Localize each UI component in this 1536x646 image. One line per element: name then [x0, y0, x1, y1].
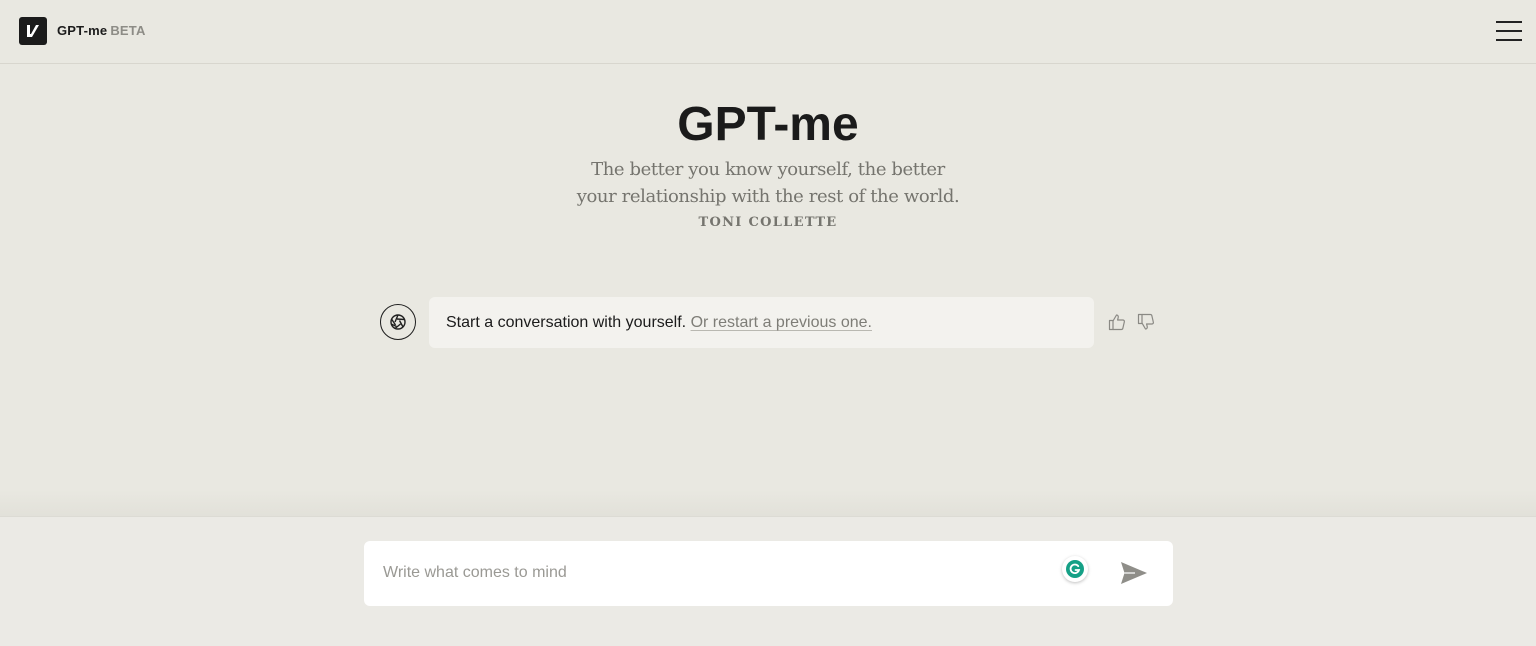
- thumbs-up-icon[interactable]: [1107, 312, 1127, 332]
- thumbs-down-icon[interactable]: [1136, 312, 1156, 332]
- send-icon[interactable]: [1118, 558, 1150, 588]
- grammarly-icon[interactable]: [1062, 556, 1088, 582]
- v-logo-icon[interactable]: [19, 17, 47, 45]
- brand-label[interactable]: GPT-me BETA: [57, 23, 146, 38]
- quote-line-2: your relationship with the rest of the w…: [576, 186, 960, 207]
- message-input[interactable]: [383, 561, 1043, 585]
- brand-name: GPT-me: [57, 23, 108, 38]
- hamburger-menu-icon[interactable]: [1493, 18, 1525, 44]
- aperture-icon: [380, 304, 416, 340]
- beta-badge: BETA: [110, 23, 146, 38]
- quote-author: TONI COLLETTE: [698, 215, 838, 230]
- scroll-fade: [0, 490, 1536, 516]
- top-bar: GPT-me BETA: [0, 0, 1536, 64]
- quote-line-1: The better you know yourself, the better: [591, 159, 945, 180]
- composer-box: [364, 541, 1173, 606]
- restart-previous-link[interactable]: Or restart a previous one.: [691, 314, 872, 331]
- message-text: Start a conversation with yourself.: [446, 314, 687, 331]
- message-bubble: Start a conversation with yourself. Or r…: [429, 297, 1094, 348]
- page-title: GPT-me: [677, 98, 859, 151]
- quote: The better you know yourself, the better…: [468, 156, 1068, 210]
- grammarly-badge: [1066, 560, 1084, 578]
